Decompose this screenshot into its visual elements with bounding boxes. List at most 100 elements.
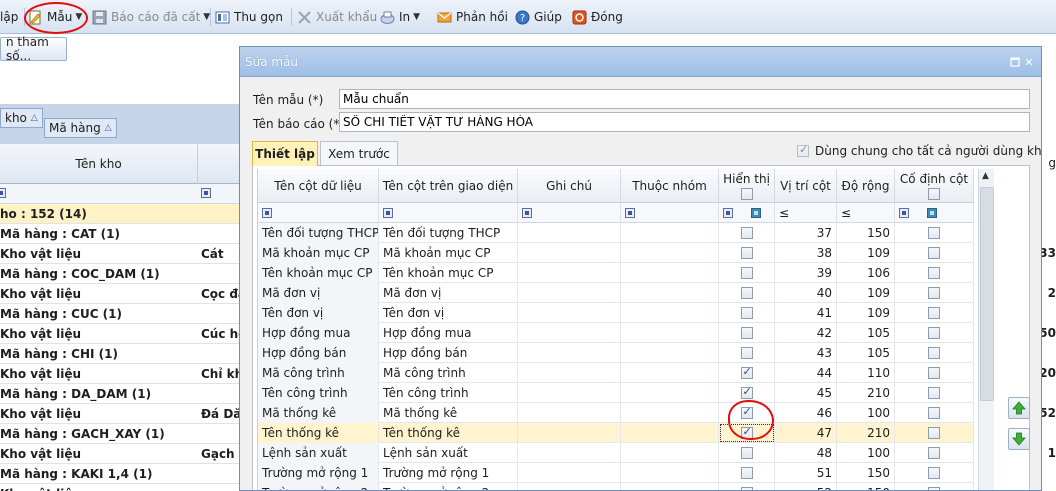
close-icon[interactable]: ✕: [1022, 55, 1036, 69]
fixed-column-cell[interactable]: [895, 483, 974, 490]
group-cell[interactable]: [621, 343, 719, 363]
move-down-button[interactable]: [1008, 428, 1030, 450]
report-data-row[interactable]: Kho vật liệu Cát: [0, 244, 240, 264]
grid-row[interactable]: Mã khoản mục CP Mã khoản mục CP 38 109: [258, 243, 974, 263]
feedback-button[interactable]: Phản hồi: [437, 6, 508, 28]
column-position-cell[interactable]: 44: [775, 363, 837, 383]
filter-cell[interactable]: [621, 203, 719, 223]
note-cell[interactable]: [518, 303, 621, 323]
note-cell[interactable]: [518, 443, 621, 463]
data-column-name-cell[interactable]: Lệnh sản xuất: [258, 443, 379, 463]
report-group-row[interactable]: Mã hàng : CHI (1): [0, 344, 240, 364]
report-group-row[interactable]: ho : 152 (14): [0, 204, 240, 224]
column-position-cell[interactable]: 41: [775, 303, 837, 323]
data-column-name-cell[interactable]: Tên đơn vị: [258, 303, 379, 323]
visible-checkbox[interactable]: [740, 447, 753, 459]
data-column-name-cell[interactable]: Trường mở rộng 1: [258, 463, 379, 483]
note-cell[interactable]: [518, 483, 621, 490]
tab-preview[interactable]: Xem trước: [320, 141, 398, 166]
fixed-column-checkbox[interactable]: [928, 387, 940, 399]
visible-checkbox[interactable]: [740, 267, 753, 279]
filter-icon[interactable]: [201, 188, 211, 198]
report-data-row[interactable]: Kho vật liệu Cúc hộ: [0, 324, 240, 344]
help-button[interactable]: ? Giúp: [515, 6, 562, 28]
column-position-cell[interactable]: 47: [775, 423, 837, 443]
column-header[interactable]: Thuộc nhóm: [621, 169, 719, 203]
ui-column-name-cell[interactable]: Trường mở rộng 1: [379, 463, 518, 483]
fixed-column-checkbox[interactable]: [928, 247, 940, 259]
fixed-column-checkbox[interactable]: [928, 227, 940, 239]
data-column-name-cell[interactable]: Tên đối tượng THCP: [258, 223, 379, 243]
data-column-name-cell[interactable]: Tên công trình: [258, 383, 379, 403]
filter-icon[interactable]: [383, 208, 393, 218]
visible-checkbox[interactable]: [740, 247, 753, 259]
visible-cell[interactable]: [719, 363, 775, 383]
fixed-column-cell[interactable]: [895, 283, 974, 303]
group-cell[interactable]: [621, 383, 719, 403]
filter-cell[interactable]: [719, 203, 775, 223]
report-group-row[interactable]: Mã hàng : KAKI 1,4 (1): [0, 464, 240, 484]
data-column-name-cell[interactable]: Hợp đồng mua: [258, 323, 379, 343]
fixed-column-checkbox[interactable]: [928, 327, 940, 339]
column-position-cell[interactable]: 45: [775, 383, 837, 403]
group-chip-ma-hang[interactable]: Mã hàng △: [44, 118, 117, 138]
note-cell[interactable]: [518, 243, 621, 263]
group-cell[interactable]: [621, 323, 719, 343]
group-chip-kho[interactable]: kho △: [0, 108, 43, 128]
visible-checkbox[interactable]: [740, 287, 753, 299]
column-width-cell[interactable]: 210: [837, 383, 895, 403]
column-width-cell[interactable]: 106: [837, 263, 895, 283]
column-position-cell[interactable]: 37: [775, 223, 837, 243]
filter-icon[interactable]: [625, 208, 635, 218]
data-column-name-cell[interactable]: Mã thống kê: [258, 403, 379, 423]
group-cell[interactable]: [621, 403, 719, 423]
visible-cell[interactable]: [719, 463, 775, 483]
ui-column-name-cell[interactable]: Tên đối tượng THCP: [379, 223, 518, 243]
visible-checkbox[interactable]: [740, 365, 753, 379]
group-cell[interactable]: [621, 223, 719, 243]
fixed-column-checkbox[interactable]: [928, 467, 940, 479]
column-header[interactable]: Tên cột dữ liệu: [258, 169, 379, 203]
ui-column-name-cell[interactable]: Mã công trình: [379, 363, 518, 383]
ui-column-name-cell[interactable]: Tên khoản mục CP: [379, 263, 518, 283]
grid-row[interactable]: Mã thống kê Mã thống kê 46 100: [258, 403, 974, 423]
fixed-column-cell[interactable]: [895, 363, 974, 383]
column-position-cell[interactable]: 51: [775, 463, 837, 483]
column-width-cell[interactable]: 109: [837, 303, 895, 323]
filter-cell[interactable]: [895, 203, 974, 223]
visible-checkbox[interactable]: [740, 347, 753, 359]
grid-row[interactable]: Lệnh sản xuất Lệnh sản xuất 48 100: [258, 443, 974, 463]
visible-cell[interactable]: [719, 483, 775, 490]
fixed-column-cell[interactable]: [895, 443, 974, 463]
visible-cell[interactable]: [719, 223, 775, 243]
grid-row[interactable]: Trường mở rộng 2 Trường mở rộng 2 52 150: [258, 483, 974, 490]
visible-cell[interactable]: [719, 283, 775, 303]
fixed-column-cell[interactable]: [895, 403, 974, 423]
visible-checkbox[interactable]: [740, 327, 753, 339]
maximize-icon[interactable]: [1008, 55, 1022, 69]
ui-column-name-cell[interactable]: Mã đơn vị: [379, 283, 518, 303]
column-header[interactable]: Vị trí cột: [775, 169, 837, 203]
column-width-cell[interactable]: 100: [837, 403, 895, 423]
visible-cell[interactable]: [719, 403, 775, 423]
visible-cell[interactable]: [719, 443, 775, 463]
filter-icon[interactable]: [899, 208, 909, 218]
filter-operator[interactable]: ≤: [779, 206, 789, 220]
column-header[interactable]: Hiển thị: [719, 169, 775, 203]
column-position-cell[interactable]: 48: [775, 443, 837, 463]
filter-icon[interactable]: [262, 208, 272, 218]
report-group-row[interactable]: Mã hàng : GACH_XAY (1): [0, 424, 240, 444]
fixed-column-checkbox[interactable]: [928, 267, 940, 279]
ui-column-name-cell[interactable]: Hợp đồng bán: [379, 343, 518, 363]
visible-checkbox[interactable]: [740, 307, 753, 319]
note-cell[interactable]: [518, 383, 621, 403]
report-data-row[interactable]: Kho vật liệu: [0, 484, 240, 491]
column-header[interactable]: Tên cột trên giao diện: [379, 169, 518, 203]
column-width-cell[interactable]: 150: [837, 483, 895, 490]
checkbox-icon[interactable]: [797, 143, 809, 157]
column-header[interactable]: Cố định cột ▲: [895, 169, 987, 203]
saved-reports-button[interactable]: Báo cáo đã cất ▼: [92, 6, 210, 28]
move-up-button[interactable]: [1008, 397, 1030, 419]
report-data-row[interactable]: Kho vật liệu Chỉ khâ: [0, 364, 240, 384]
note-cell[interactable]: [518, 343, 621, 363]
